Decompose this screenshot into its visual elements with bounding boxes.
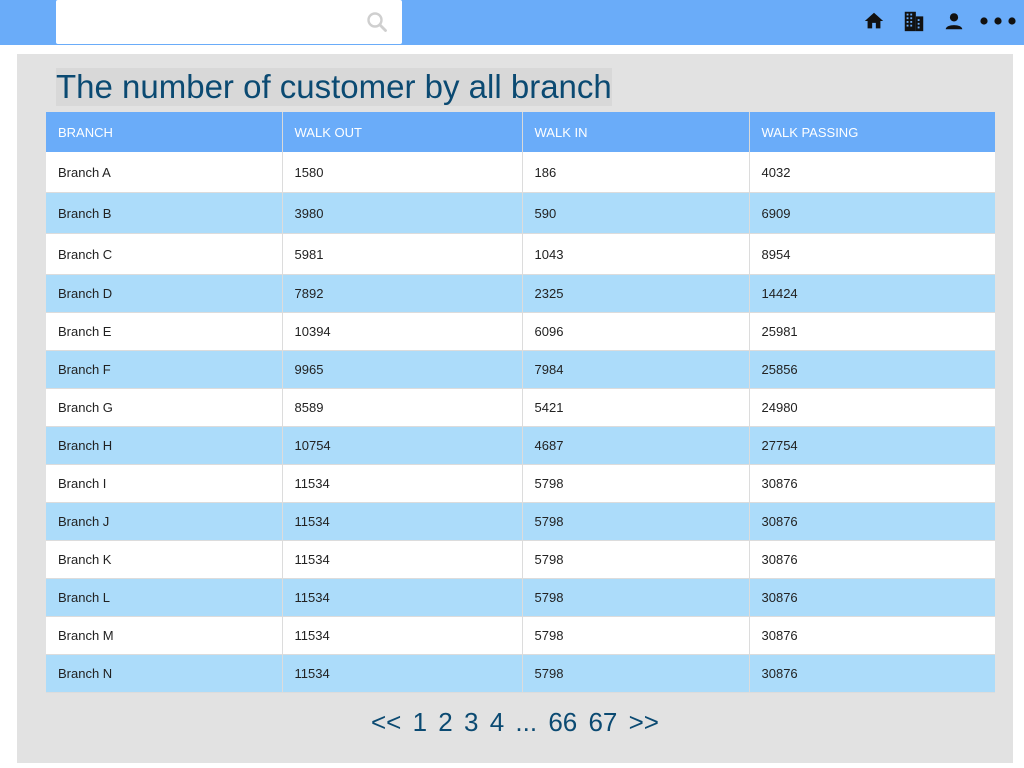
cell-walk-in: 5798 [522,578,750,617]
search-input[interactable] [56,0,356,44]
top-icons [846,9,1018,33]
pagination-prev[interactable]: << [371,707,401,737]
cell-walk-out: 11534 [282,464,523,503]
cell-branch: Branch A [46,152,283,193]
pagination-page[interactable]: 3 [464,707,478,737]
cell-branch: Branch B [46,192,283,234]
cell-walk-in: 5798 [522,616,750,655]
cell-walk-out: 11534 [282,578,523,617]
column-header-walk-passing[interactable]: WALK PASSING [749,112,995,152]
table-row[interactable]: Branch B 3980 590 6909 [46,192,995,234]
user-icon[interactable] [942,9,966,33]
pagination-page[interactable]: 1 [413,707,427,737]
pagination-page[interactable]: 66 [548,707,577,737]
more-icon[interactable] [978,9,1018,33]
table-row[interactable]: Branch I 11534 5798 30876 [46,464,995,503]
cell-walk-out: 3980 [282,192,523,234]
cell-branch: Branch G [46,388,283,427]
cell-walk-passing: 27754 [749,426,995,465]
cell-walk-out: 11534 [282,654,523,693]
cell-walk-in: 5798 [522,540,750,579]
cell-walk-in: 186 [522,152,750,193]
table-header-row: BRANCH WALK OUT WALK IN WALK PASSING [46,112,995,152]
cell-walk-in: 7984 [522,350,750,389]
cell-walk-out: 11534 [282,540,523,579]
cell-branch: Branch D [46,274,283,313]
table-row[interactable]: Branch M 11534 5798 30876 [46,616,995,655]
cell-walk-in: 590 [522,192,750,234]
page-title: The number of customer by all branch [56,68,612,106]
cell-walk-out: 5981 [282,233,523,275]
cell-walk-passing: 30876 [749,464,995,503]
pagination-page[interactable]: 67 [588,707,617,737]
pagination: << 1 2 3 4 ... 66 67 >> [17,704,1013,740]
table-row[interactable]: Branch K 11534 5798 30876 [46,540,995,579]
column-header-walk-in[interactable]: WALK IN [522,112,750,152]
pagination-next[interactable]: >> [629,707,659,737]
cell-walk-passing: 24980 [749,388,995,427]
table-row[interactable]: Branch C 5981 1043 8954 [46,233,995,275]
cell-walk-in: 5798 [522,464,750,503]
customer-table: BRANCH WALK OUT WALK IN WALK PASSING Bra… [46,112,995,693]
table-row[interactable]: Branch F 9965 7984 25856 [46,350,995,389]
pagination-ellipsis: ... [515,707,538,737]
home-icon[interactable] [862,9,886,33]
table-row[interactable]: Branch D 7892 2325 14424 [46,274,995,313]
table-row[interactable]: Branch A 1580 186 4032 [46,152,995,193]
table-row[interactable]: Branch N 11534 5798 30876 [46,654,995,693]
cell-branch: Branch J [46,502,283,541]
cell-walk-out: 1580 [282,152,523,193]
cell-walk-passing: 30876 [749,502,995,541]
cell-walk-passing: 4032 [749,152,995,193]
column-header-walk-out[interactable]: WALK OUT [282,112,523,152]
cell-walk-passing: 6909 [749,192,995,234]
cell-walk-passing: 14424 [749,274,995,313]
cell-walk-passing: 30876 [749,540,995,579]
cell-walk-out: 10394 [282,312,523,351]
search-icon[interactable] [366,11,388,33]
cell-branch: Branch E [46,312,283,351]
content-panel: The number of customer by all branch BRA… [17,54,1013,763]
cell-walk-passing: 30876 [749,578,995,617]
cell-walk-out: 8589 [282,388,523,427]
building-icon[interactable] [902,9,926,33]
cell-branch: Branch C [46,233,283,275]
cell-branch: Branch K [46,540,283,579]
cell-walk-passing: 25856 [749,350,995,389]
cell-walk-out: 11534 [282,502,523,541]
column-header-branch[interactable]: BRANCH [46,112,283,152]
pagination-page[interactable]: 4 [490,707,504,737]
cell-walk-in: 4687 [522,426,750,465]
cell-branch: Branch M [46,616,283,655]
cell-branch: Branch N [46,654,283,693]
top-bar [0,0,1024,45]
cell-branch: Branch F [46,350,283,389]
cell-walk-out: 11534 [282,616,523,655]
cell-branch: Branch H [46,426,283,465]
pagination-page[interactable]: 2 [438,707,452,737]
cell-walk-in: 6096 [522,312,750,351]
cell-walk-in: 2325 [522,274,750,313]
cell-walk-passing: 30876 [749,654,995,693]
cell-walk-passing: 25981 [749,312,995,351]
cell-walk-out: 10754 [282,426,523,465]
search-box [56,0,402,44]
cell-walk-passing: 30876 [749,616,995,655]
cell-walk-in: 5798 [522,654,750,693]
cell-walk-out: 7892 [282,274,523,313]
table-row[interactable]: Branch L 11534 5798 30876 [46,578,995,617]
table-row[interactable]: Branch H 10754 4687 27754 [46,426,995,465]
cell-walk-in: 5798 [522,502,750,541]
table-row[interactable]: Branch E 10394 6096 25981 [46,312,995,351]
cell-walk-in: 5421 [522,388,750,427]
cell-branch: Branch I [46,464,283,503]
table-row[interactable]: Branch G 8589 5421 24980 [46,388,995,427]
cell-branch: Branch L [46,578,283,617]
cell-walk-passing: 8954 [749,233,995,275]
table-row[interactable]: Branch J 11534 5798 30876 [46,502,995,541]
cell-walk-out: 9965 [282,350,523,389]
cell-walk-in: 1043 [522,233,750,275]
